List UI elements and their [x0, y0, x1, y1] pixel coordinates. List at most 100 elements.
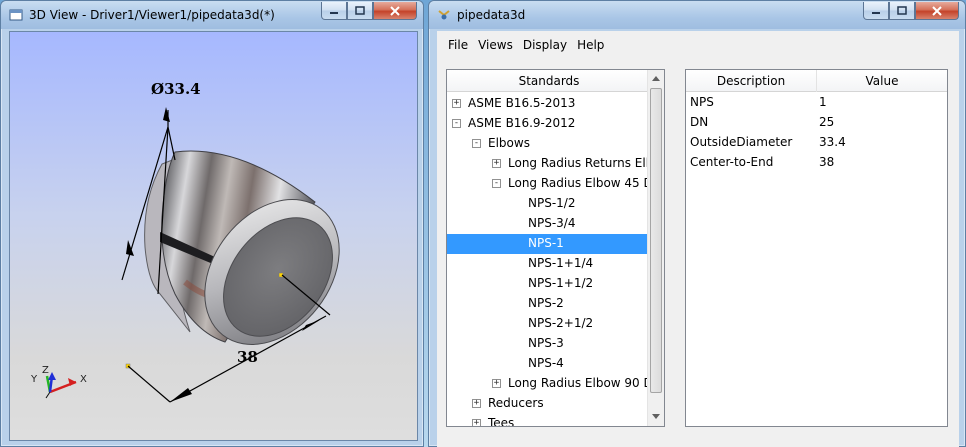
diameter-arrow-top	[163, 107, 170, 122]
chevron-up-icon	[652, 75, 660, 81]
tree-item-label: Long Radius Elbow 45 Degree	[508, 176, 664, 190]
tree-item[interactable]: NPS-2+1/2	[447, 314, 651, 334]
pipedata-app-icon	[436, 7, 452, 23]
maximize-icon	[897, 6, 907, 15]
pipedata-window: pipedata3d File Views Display Help Stand…	[428, 0, 966, 447]
chevron-down-icon	[652, 413, 660, 419]
tree-header[interactable]: Standards	[447, 70, 651, 92]
tree-item-label: NPS-2	[528, 296, 564, 310]
length-arrow-left	[170, 388, 192, 402]
close-icon	[390, 5, 400, 16]
pd-close-button[interactable]	[915, 2, 959, 20]
property-description: DN	[690, 115, 709, 129]
tree-item[interactable]: - Elbows	[447, 134, 651, 154]
properties-table[interactable]: Description Value NPS 1 DN 25 OutsideDiamete…	[685, 69, 948, 427]
viewer-titlebar[interactable]: 3D View - Driver1/Viewer1/pipedata3d(*)	[1, 1, 423, 29]
expand-icon[interactable]: +	[492, 159, 501, 168]
axis-y-label: Y	[30, 374, 38, 385]
close-icon	[932, 5, 942, 16]
expand-icon[interactable]: +	[472, 399, 481, 408]
tree-item[interactable]: + Tees	[447, 414, 651, 427]
axis-x-label: X	[80, 374, 87, 385]
tree-item-label: NPS-4	[528, 356, 564, 370]
tree-item[interactable]: NPS-4	[447, 354, 651, 374]
length-label: 38	[237, 348, 258, 366]
standards-tree[interactable]: Standards + ASME B16.5-2013- ASME B16.9-20…	[446, 69, 665, 427]
tree-item[interactable]: + Long Radius Elbow 90 Degree	[447, 374, 664, 394]
menu-views[interactable]: Views	[473, 38, 518, 52]
scroll-down-button[interactable]	[648, 408, 664, 424]
property-value: 38	[819, 155, 835, 169]
property-value: 25	[819, 115, 835, 129]
property-row[interactable]: DN 25	[686, 112, 947, 132]
axis-z-label: Z	[42, 365, 49, 376]
tree-item-label: Tees	[488, 416, 515, 427]
props-header: Description Value	[686, 70, 947, 92]
property-value: 33.4	[819, 135, 846, 149]
tree-item[interactable]: - ASME B16.9-2012	[447, 114, 651, 134]
props-rows: NPS 1 DN 25 OutsideDiameter 33.4 Center-to-End…	[686, 92, 947, 172]
expand-icon[interactable]: +	[452, 99, 461, 108]
viewer-app-icon	[8, 7, 24, 23]
close-button[interactable]	[373, 2, 417, 20]
tree-item-label: NPS-2+1/2	[528, 316, 594, 330]
collapse-icon[interactable]: -	[452, 119, 461, 128]
maximize-button[interactable]	[347, 2, 373, 20]
property-value: 1	[819, 95, 827, 109]
scroll-thumb[interactable]	[650, 88, 662, 393]
tree-rows: + ASME B16.5-2013- ASME B16.9-2012- Elbows +…	[447, 94, 664, 427]
pd-minimize-button[interactable]	[863, 2, 889, 20]
tree-item-label: Long Radius Returns Elbows	[508, 156, 665, 170]
tree-item-label: NPS-1+1/2	[528, 276, 594, 290]
tree-scrollbar[interactable]	[647, 70, 664, 426]
col-header-value[interactable]: Value	[817, 70, 947, 92]
tree-item-label: NPS-1	[528, 236, 564, 250]
menu-file[interactable]: File	[443, 38, 473, 52]
viewer-window: 3D View - Driver1/Viewer1/pipedata3d(*)	[0, 0, 424, 447]
minimize-icon	[872, 11, 880, 14]
maximize-icon	[355, 6, 365, 15]
axis-triad: X Y Z	[30, 365, 87, 399]
minimize-button[interactable]	[321, 2, 347, 20]
minimize-icon	[330, 11, 338, 14]
collapse-icon[interactable]: -	[472, 139, 481, 148]
tree-item[interactable]: NPS-3	[447, 334, 651, 354]
property-row[interactable]: OutsideDiameter 33.4	[686, 132, 947, 152]
property-row[interactable]: Center-to-End 38	[686, 152, 947, 172]
expand-icon[interactable]: +	[472, 419, 481, 426]
pipedata-title: pipedata3d	[457, 8, 526, 22]
3d-scene: Ø33.4 38 X Y Z	[30, 80, 340, 403]
3d-viewport[interactable]: Ø33.4 38 X Y Z	[9, 31, 418, 441]
tree-item[interactable]: NPS-1	[447, 234, 651, 254]
viewer-title: 3D View - Driver1/Viewer1/pipedata3d(*)	[29, 8, 275, 22]
tree-item[interactable]: + ASME B16.5-2013	[447, 94, 651, 114]
tree-item-label: Long Radius Elbow 90 Degree	[508, 376, 664, 390]
tree-item-label: NPS-3	[528, 336, 564, 350]
tree-item-label: NPS-1+1/4	[528, 256, 594, 270]
menu-help[interactable]: Help	[572, 38, 609, 52]
tree-item[interactable]: NPS-2	[447, 294, 651, 314]
menu-display[interactable]: Display	[518, 38, 572, 52]
pipedata-titlebar[interactable]: pipedata3d	[429, 1, 965, 29]
tree-item[interactable]: NPS-3/4	[447, 214, 651, 234]
property-description: Center-to-End	[690, 155, 774, 169]
pipedata-client: File Views Display Help Standards + ASME …	[437, 31, 959, 447]
tree-item[interactable]: NPS-1+1/4	[447, 254, 651, 274]
tree-item-label: NPS-1/2	[528, 196, 576, 210]
property-row[interactable]: NPS 1	[686, 92, 947, 112]
pd-maximize-button[interactable]	[889, 2, 915, 20]
tree-item-label: Reducers	[488, 396, 544, 410]
tree-item[interactable]: -Long Radius Elbow 45 Degree	[447, 174, 664, 194]
tree-item-label: NPS-3/4	[528, 216, 576, 230]
scroll-up-button[interactable]	[648, 70, 664, 86]
property-description: OutsideDiameter	[690, 135, 793, 149]
tree-item[interactable]: NPS-1+1/2	[447, 274, 651, 294]
expand-icon[interactable]: +	[492, 379, 501, 388]
collapse-icon[interactable]: -	[492, 179, 501, 188]
diameter-label: Ø33.4	[151, 80, 201, 98]
col-header-description[interactable]: Description	[686, 70, 817, 92]
tree-item[interactable]: NPS-1/2	[447, 194, 651, 214]
tree-item[interactable]: + Long Radius Returns Elbows	[447, 154, 664, 174]
tree-item-label: ASME B16.9-2012	[468, 116, 576, 130]
tree-item[interactable]: + Reducers	[447, 394, 651, 414]
